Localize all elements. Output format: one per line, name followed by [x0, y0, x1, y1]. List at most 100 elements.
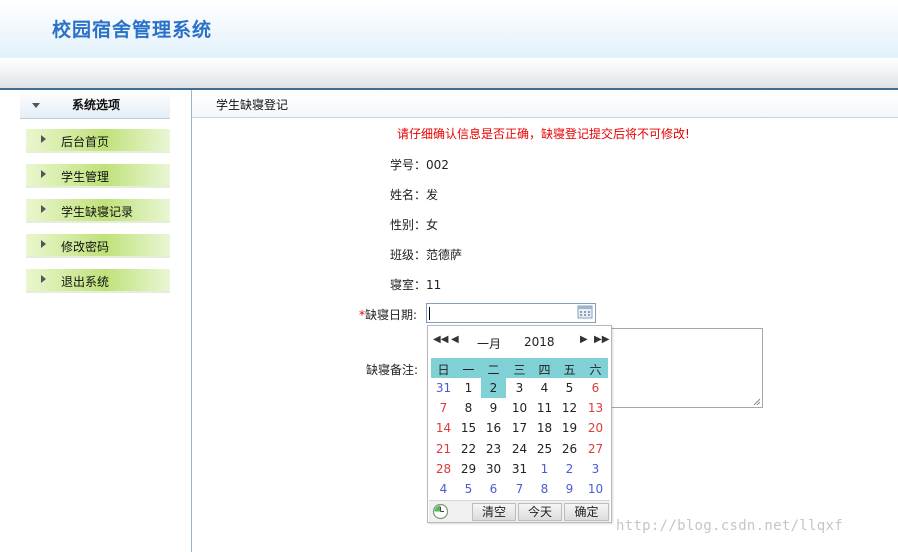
sidebar-item-change-password[interactable]: 修改密码: [26, 234, 170, 258]
calendar-day[interactable]: 4: [431, 479, 456, 499]
today-button[interactable]: 今天: [518, 503, 562, 521]
calendar-footer: 清空 今天 确定: [429, 500, 610, 522]
watermark-text: http://blog.csdn.net/llqxf: [616, 518, 843, 534]
calendar-month-selector[interactable]: 一月: [477, 335, 501, 352]
student-id-text: 学号：002: [390, 158, 449, 172]
app-title: 校园宿舍管理系统: [52, 19, 213, 41]
calendar-day[interactable]: 19: [557, 418, 582, 438]
resize-grip-icon[interactable]: [753, 398, 761, 406]
calendar-day[interactable]: 17: [507, 418, 532, 438]
sidebar-item-absence-records[interactable]: 学生缺寝记录: [26, 199, 170, 223]
calendar-day[interactable]: 10: [507, 398, 532, 418]
calendar-day[interactable]: 15: [456, 418, 481, 438]
weekday-label: 六: [589, 363, 602, 377]
calendar-day[interactable]: 9: [481, 398, 506, 418]
sidebar: 系统选项 后台首页 学生管理 学生缺寝记录 修改密码 退出系统: [0, 90, 192, 552]
confirm-button[interactable]: 确定: [564, 503, 609, 521]
calendar-day[interactable]: 13: [583, 398, 608, 418]
prev-month-button[interactable]: ◀: [451, 334, 459, 345]
calendar-day[interactable]: 4: [532, 378, 557, 398]
prev-year-button[interactable]: ◀◀: [433, 334, 448, 345]
calendar-day[interactable]: 5: [557, 378, 582, 398]
student-name-text: 姓名：发: [390, 188, 439, 202]
sidebar-item-logout[interactable]: 退出系统: [26, 269, 170, 293]
sidebar-item-home[interactable]: 后台首页: [26, 129, 170, 153]
calendar-day[interactable]: 18: [532, 418, 557, 438]
calendar-day[interactable]: 10: [583, 479, 608, 499]
triangle-right-icon: [41, 170, 46, 178]
calendar-day[interactable]: 3: [583, 459, 608, 479]
app-header: 校园宿舍管理系统: [0, 0, 898, 58]
sidebar-item-label: 后台首页: [61, 135, 110, 149]
calendar-day[interactable]: 6: [583, 378, 608, 398]
absence-date-input[interactable]: [426, 303, 596, 323]
student-dorm-text: 寝室：11: [390, 278, 442, 292]
clear-button[interactable]: 清空: [472, 503, 516, 521]
sidebar-item-label: 退出系统: [61, 275, 110, 289]
calendar-day[interactable]: 24: [507, 439, 532, 459]
calendar-day[interactable]: 1: [456, 378, 481, 398]
triangle-right-icon: [41, 240, 46, 248]
calendar-day[interactable]: 11: [532, 398, 557, 418]
calendar-day[interactable]: 3: [507, 378, 532, 398]
calendar-day[interactable]: 5: [456, 479, 481, 499]
weekday-label: 三: [513, 363, 526, 377]
absence-remark-textarea[interactable]: [598, 328, 763, 408]
collapse-arrow-icon: [32, 103, 40, 108]
calendar-day[interactable]: 14: [431, 418, 456, 438]
calendar-day[interactable]: 7: [431, 398, 456, 418]
calendar-day[interactable]: 21: [431, 439, 456, 459]
calendar-day[interactable]: 26: [557, 439, 582, 459]
calendar-day[interactable]: 7: [507, 479, 532, 499]
calendar-day[interactable]: 28: [431, 459, 456, 479]
calendar-day[interactable]: 1: [532, 459, 557, 479]
student-gender-text: 性别：女: [390, 218, 439, 232]
absence-date-label-text: 缺寝日期:: [365, 308, 418, 322]
page-title: 学生缺寝登记: [216, 98, 289, 112]
student-class-text: 班级：范德萨: [390, 248, 463, 262]
weekday-label: 五: [563, 363, 576, 377]
triangle-right-icon: [41, 205, 46, 213]
content-header: 学生缺寝登记: [192, 90, 898, 118]
calendar-day[interactable]: 2: [557, 459, 582, 479]
calendar-day[interactable]: 2: [481, 378, 506, 398]
warning-message: 请仔细确认信息是否正确，缺寝登记提交后将不可修改!: [397, 127, 690, 141]
top-toolbar: [0, 58, 898, 90]
calendar-day[interactable]: 29: [456, 459, 481, 479]
calendar-day[interactable]: 9: [557, 479, 582, 499]
calendar-day[interactable]: 22: [456, 439, 481, 459]
sidebar-item-label: 学生缺寝记录: [61, 205, 134, 219]
calendar-day[interactable]: 31: [431, 378, 456, 398]
calendar-day[interactable]: 8: [532, 479, 557, 499]
absence-date-label: *缺寝日期:: [359, 306, 417, 323]
next-year-button[interactable]: ▶▶: [594, 334, 609, 345]
calendar-icon[interactable]: [577, 305, 593, 319]
text-caret: [429, 307, 430, 320]
calendar-day[interactable]: 12: [557, 398, 582, 418]
time-picker-icon[interactable]: [432, 503, 449, 520]
triangle-right-icon: [41, 275, 46, 283]
calendar-day[interactable]: 31: [507, 459, 532, 479]
next-month-button[interactable]: ▶: [580, 334, 588, 345]
weekday-label: 一: [462, 363, 475, 377]
calendar-day[interactable]: 25: [532, 439, 557, 459]
calendar-year-selector[interactable]: 2018: [524, 335, 555, 349]
sidebar-heading[interactable]: 系统选项: [20, 90, 170, 119]
sidebar-heading-label: 系统选项: [72, 98, 121, 112]
weekday-header: 日 一 二 三 四 五 六: [431, 358, 608, 378]
sidebar-item-students[interactable]: 学生管理: [26, 164, 170, 188]
absence-remark-label: 缺寝备注:: [366, 363, 419, 377]
calendar-day[interactable]: 20: [583, 418, 608, 438]
weekday-label: 二: [487, 363, 500, 377]
calendar-day[interactable]: 6: [481, 479, 506, 499]
calendar-day[interactable]: 30: [481, 459, 506, 479]
date-picker-popup: ◀◀ ◀ 一月 2018 ▶ ▶▶ 日 一 二 三 四 五 六 31 1 2 3 4 5 6…: [427, 325, 612, 523]
calendar-day[interactable]: 23: [481, 439, 506, 459]
calendar-day[interactable]: 16: [481, 418, 506, 438]
weekday-label: 四: [538, 363, 551, 377]
triangle-right-icon: [41, 135, 46, 143]
sidebar-item-label: 修改密码: [61, 240, 110, 254]
calendar-day[interactable]: 8: [456, 398, 481, 418]
sidebar-item-label: 学生管理: [61, 170, 110, 184]
calendar-day[interactable]: 27: [583, 439, 608, 459]
